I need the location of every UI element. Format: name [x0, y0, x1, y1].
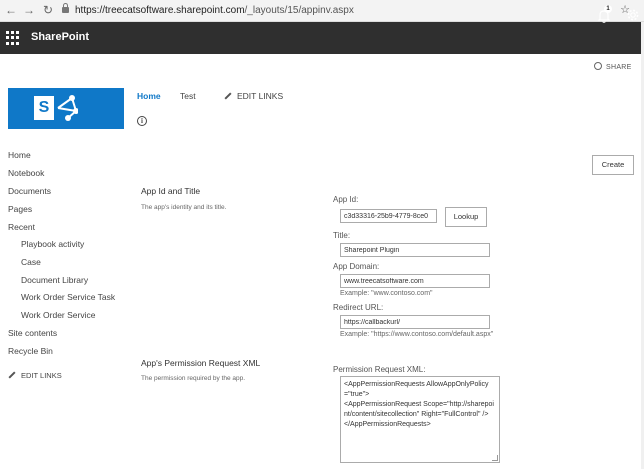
permission-xml-label: Permission Request XML: [333, 365, 426, 374]
permission-xml-textarea[interactable]: <AppPermissionRequests AllowAppOnlyPolic… [340, 376, 500, 463]
share-label: SHARE [606, 64, 632, 71]
nav-item-work-order-service[interactable]: Work Order Service [21, 310, 95, 320]
notification-badge: 1 [604, 5, 612, 13]
app-id-input[interactable] [340, 209, 437, 223]
nav-item-pages[interactable]: Pages [8, 204, 32, 214]
nav-item-playbook-activity[interactable]: Playbook activity [21, 239, 84, 249]
title-input[interactable] [340, 243, 490, 257]
pencil-icon [8, 371, 16, 379]
back-icon[interactable]: ← [4, 3, 18, 17]
edit-links-label: EDIT LINKS [21, 371, 62, 380]
app-domain-example: Example: "www.contoso.com" [340, 290, 433, 297]
redirect-url-input[interactable] [340, 315, 490, 329]
topnav-test-link[interactable]: Test [180, 91, 196, 101]
suite-bar: SharePoint [0, 22, 644, 54]
sharepoint-logo-icon: S [34, 96, 54, 120]
network-logo-icon [57, 95, 78, 121]
pencil-icon [224, 92, 232, 100]
redirect-url-example: Example: "https://www.contoso.com/defaul… [340, 331, 494, 338]
app-id-label: App Id: [333, 195, 359, 204]
site-logo[interactable]: S [8, 88, 124, 129]
browser-toolbar: ← → ↻ https://treecatsoftware.sharepoint… [0, 0, 644, 22]
nav-item-site-contents[interactable]: Site contents [8, 328, 57, 338]
app-domain-input[interactable] [340, 274, 490, 288]
share-icon [594, 62, 602, 70]
section-desc-permission: The permission required by the app. [141, 375, 246, 382]
section-desc-app-id: The app's identity and its title. [141, 204, 227, 211]
nav-item-document-library[interactable]: Document Library [21, 275, 88, 285]
nav-item-home[interactable]: Home [8, 150, 31, 160]
gear-icon[interactable] [626, 8, 640, 22]
share-button[interactable]: SHARE [594, 62, 632, 71]
nav-item-recycle-bin[interactable]: Recycle Bin [8, 346, 53, 356]
title-label: Title: [333, 231, 351, 240]
forward-icon[interactable]: → [22, 3, 36, 17]
resize-handle-icon[interactable] [492, 455, 498, 461]
url-host: https://treecatsoftware.sharepoint.com [75, 5, 245, 16]
app-domain-label: App Domain: [333, 262, 380, 271]
nav-item-case[interactable]: Case [21, 257, 41, 267]
leftnav-edit-links[interactable]: EDIT LINKS [8, 371, 62, 380]
brand-title[interactable]: SharePoint [31, 31, 89, 43]
edit-links-label: EDIT LINKS [237, 91, 284, 101]
section-title-permission: App's Permission Request XML [141, 358, 261, 368]
address-bar[interactable]: https://treecatsoftware.sharepoint.com/_… [62, 2, 634, 19]
section-title-app-id: App Id and Title [141, 186, 201, 196]
lookup-button[interactable]: Lookup [445, 207, 487, 227]
info-icon[interactable]: i [137, 116, 147, 126]
lock-icon [62, 3, 69, 13]
nav-item-documents[interactable]: Documents [8, 186, 51, 196]
nav-item-work-order-service-task[interactable]: Work Order Service Task [21, 292, 115, 302]
topnav-edit-links[interactable]: EDIT LINKS [224, 91, 283, 101]
topnav-home-link[interactable]: Home [137, 91, 161, 101]
nav-item-notebook[interactable]: Notebook [8, 168, 44, 178]
create-button[interactable]: Create [592, 155, 634, 175]
url-path: /_layouts/15/appinv.aspx [244, 5, 354, 16]
redirect-url-label: Redirect URL: [333, 303, 384, 312]
nav-item-recent[interactable]: Recent [8, 222, 35, 232]
reload-icon[interactable]: ↻ [41, 3, 55, 17]
app-launcher-icon[interactable] [6, 31, 20, 45]
